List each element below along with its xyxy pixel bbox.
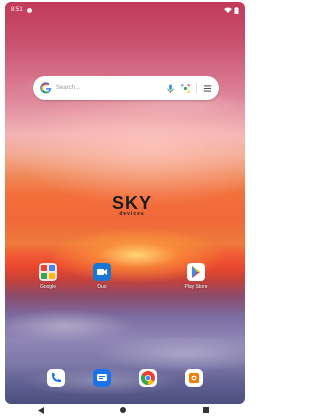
- back-button[interactable]: [31, 406, 51, 414]
- device-frame: 8:51 Search... SKY devices Google Duo Pl…: [0, 0, 247, 416]
- navigation-bar: [0, 404, 247, 416]
- lens-icon[interactable]: [181, 83, 190, 93]
- messages-icon[interactable]: [93, 369, 111, 387]
- app-label-duo: Duo: [97, 284, 107, 290]
- google-folder-icon: [39, 263, 57, 281]
- wallpaper-cloud-sea: [5, 292, 245, 404]
- search-placeholder: Search...: [56, 85, 81, 91]
- camera-icon[interactable]: [185, 369, 203, 387]
- back-icon: [38, 406, 45, 414]
- google-g-icon: [40, 82, 52, 94]
- status-bar: 8:51: [5, 2, 245, 18]
- app-play-store[interactable]: Play Store: [179, 263, 213, 290]
- home-button[interactable]: [113, 406, 133, 414]
- search-divider: [196, 83, 197, 93]
- sky-devices-logo: SKY devices: [102, 194, 162, 217]
- mic-icon[interactable]: [166, 83, 175, 93]
- app-duo[interactable]: Duo: [85, 263, 119, 290]
- phone-icon[interactable]: [47, 369, 65, 387]
- status-time: 8:51: [11, 7, 23, 13]
- chrome-icon[interactable]: [139, 369, 157, 387]
- app-label-google: Google: [39, 284, 57, 290]
- battery-icon: [234, 6, 239, 14]
- app-google-folder[interactable]: Google: [31, 263, 65, 290]
- feed-icon[interactable]: [203, 84, 212, 93]
- recents-icon: [202, 407, 209, 413]
- duo-icon: [93, 263, 111, 281]
- wifi-icon: [224, 7, 232, 13]
- logo-main-text: SKY: [111, 193, 152, 213]
- app-label-play-store: Play Store: [184, 284, 208, 290]
- play-store-icon: [187, 263, 205, 281]
- notification-icon: [26, 7, 32, 13]
- home-screen: 8:51 Search... SKY devices Google Duo Pl…: [5, 2, 245, 404]
- recents-button[interactable]: [196, 406, 216, 414]
- home-icon: [120, 407, 127, 413]
- status-icons: [224, 6, 239, 14]
- google-search-bar[interactable]: Search...: [33, 76, 219, 100]
